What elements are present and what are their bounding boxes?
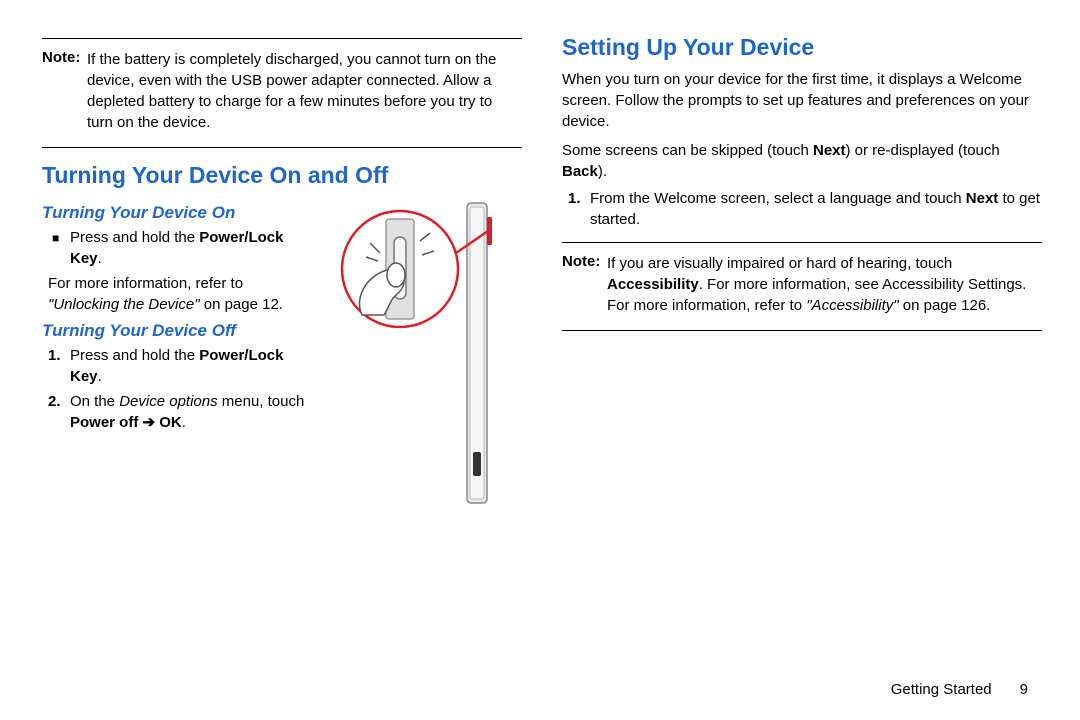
rule: [42, 147, 522, 148]
rule: [42, 38, 522, 39]
page-spread: Note: If the battery is completely disch…: [0, 0, 1080, 720]
paragraph: For more information, refer to "Unlockin…: [42, 273, 312, 315]
bullet-marker: ■: [42, 227, 70, 269]
on-off-section: Turning Your Device On ■ Press and hold …: [42, 197, 522, 437]
left-column: Note: If the battery is completely disch…: [42, 30, 522, 670]
footer-page-number: 9: [1020, 681, 1028, 698]
right-column: Setting Up Your Device When you turn on …: [562, 30, 1042, 670]
text: ).: [598, 163, 607, 180]
note-text: If you are visually impaired or hard of …: [607, 253, 1042, 316]
list-item: 1. From the Welcome screen, select a lan…: [562, 188, 1042, 230]
text: ) or re-displayed (touch: [846, 142, 1000, 159]
list-item: 2. On the Device options menu, touch Pow…: [42, 391, 312, 433]
list-item: 1. Press and hold the Power/Lock Key.: [42, 345, 312, 387]
text: Press and hold the: [70, 229, 199, 246]
arrow-icon: ➔: [138, 414, 159, 431]
list-number: 1.: [42, 345, 70, 387]
device-svg: [312, 197, 512, 517]
text: .: [98, 250, 102, 267]
text: menu, touch: [218, 393, 305, 410]
note-label: Note:: [42, 49, 87, 133]
text: on page 126.: [899, 297, 991, 314]
list-text: From the Welcome screen, select a langua…: [590, 188, 1042, 230]
list-text: Press and hold the Power/Lock Key.: [70, 345, 312, 387]
text-italic: Device options: [119, 393, 217, 410]
subheading-turning-off: Turning Your Device Off: [42, 321, 312, 341]
text: .: [182, 414, 186, 431]
subheading-turning-on: Turning Your Device On: [42, 203, 312, 223]
note-block: Note: If the battery is completely disch…: [42, 47, 522, 139]
footer-section: Getting Started: [891, 681, 992, 698]
text: .: [98, 368, 102, 385]
text: On the: [70, 393, 119, 410]
bullet-text: Press and hold the Power/Lock Key.: [70, 227, 312, 269]
list-text: On the Device options menu, touch Power …: [70, 391, 312, 433]
heading-setting-up: Setting Up Your Device: [562, 34, 1042, 61]
page-footer: Getting Started 9: [891, 681, 1028, 698]
heading-turning-on-off: Turning Your Device On and Off: [42, 162, 522, 189]
paragraph: When you turn on your device for the fir…: [562, 69, 1042, 132]
text: Press and hold the: [70, 347, 199, 364]
paragraph: Some screens can be skipped (touch Next)…: [562, 140, 1042, 182]
note-block: Note: If you are visually impaired or ha…: [562, 251, 1042, 322]
device-illustration: [312, 197, 522, 437]
text: From the Welcome screen, select a langua…: [590, 190, 966, 207]
text-italic: "Unlocking the Device": [48, 296, 200, 313]
text: For more information, refer to: [48, 275, 243, 292]
text: Some screens can be skipped (touch: [562, 142, 813, 159]
text: If you are visually impaired or hard of …: [607, 255, 952, 272]
text-bold: Next: [966, 190, 999, 207]
note-label: Note:: [562, 253, 607, 316]
list-number: 1.: [562, 188, 590, 230]
text-bold: Power off: [70, 414, 138, 431]
text-bold: OK: [159, 414, 182, 431]
text-bold: Accessibility: [607, 276, 699, 293]
note-text: If the battery is completely discharged,…: [87, 49, 522, 133]
text-bold: Back: [562, 163, 598, 180]
on-off-text: Turning Your Device On ■ Press and hold …: [42, 197, 312, 437]
text-italic: "Accessibility": [806, 297, 898, 314]
text-bold: Next: [813, 142, 846, 159]
rule: [562, 330, 1042, 331]
text: on page 12.: [200, 296, 283, 313]
rule: [562, 242, 1042, 243]
bullet-item: ■ Press and hold the Power/Lock Key.: [42, 227, 312, 269]
list-number: 2.: [42, 391, 70, 433]
